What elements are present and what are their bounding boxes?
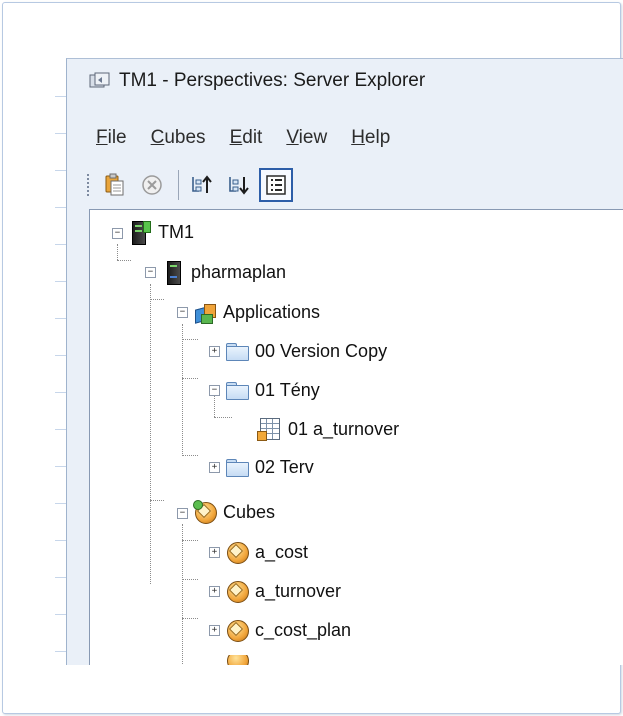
applications-icon <box>193 300 217 324</box>
tree-connector <box>182 618 198 619</box>
tree-connector <box>182 378 198 379</box>
tree-node-cube[interactable]: c_cost_plan <box>225 618 351 642</box>
properties-pane-icon <box>266 175 286 195</box>
properties-pane-button[interactable] <box>259 168 293 202</box>
cube-icon <box>225 540 249 564</box>
menu-help[interactable]: Help <box>351 127 390 149</box>
folder-icon <box>225 339 249 363</box>
stop-button[interactable] <box>135 168 169 202</box>
toolbar <box>67 164 623 206</box>
title-bar: TM1 - Perspectives: Server Explorer <box>67 59 623 103</box>
cube-icon <box>225 579 249 603</box>
tree-connector <box>182 540 198 541</box>
tree-node-folder[interactable]: 01 Tény <box>225 378 320 402</box>
sort-descending-button[interactable] <box>222 168 256 202</box>
tree-connector <box>182 579 198 580</box>
tree-connector <box>150 284 151 584</box>
tree-node-label: a_cost <box>255 541 309 562</box>
window-title: TM1 - Perspectives: Server Explorer <box>119 70 426 91</box>
tree-node-applications[interactable]: Applications <box>193 300 320 324</box>
tree-node-label: a_turnover <box>255 580 342 601</box>
server-icon <box>161 260 185 285</box>
tree-node-view[interactable]: 01 a_turnover <box>257 417 400 441</box>
menu-bar: File Cubes Edit View Help <box>67 121 623 155</box>
tree-expander[interactable]: − <box>177 307 188 318</box>
paste-button[interactable] <box>98 168 132 202</box>
menu-cubes[interactable]: Cubes <box>151 127 206 149</box>
tree-node-label: 01 Tény <box>255 379 320 400</box>
toolbar-separator <box>178 170 179 200</box>
tree-node-label: 02 Terv <box>255 456 314 477</box>
cube-icon <box>225 618 249 642</box>
tree-expander[interactable]: + <box>209 625 220 636</box>
cube-icon <box>225 655 249 665</box>
tree-node-label: Applications <box>223 301 321 322</box>
tree-node-label: TM1 <box>158 221 194 242</box>
toolbar-grip[interactable] <box>87 174 92 196</box>
tree-connector <box>117 244 118 260</box>
tree-expander[interactable]: + <box>209 462 220 473</box>
app-icon <box>89 72 111 90</box>
tree-connector <box>150 500 164 501</box>
tree-node-label: pharmaplan <box>191 261 287 282</box>
tree-connector <box>214 417 232 418</box>
server-explorer-window: TM1 - Perspectives: Server Explorer File… <box>66 58 623 665</box>
menu-view[interactable]: View <box>286 127 327 149</box>
sort-descending-icon <box>229 177 249 195</box>
server-group-icon <box>128 220 152 245</box>
tree-node-pharmaplan[interactable]: pharmaplan <box>161 260 287 285</box>
tree-node-tm1[interactable]: TM1 <box>128 220 194 245</box>
tree-node-cube[interactable]: a_turnover <box>225 579 341 603</box>
menu-file[interactable]: File <box>96 127 127 149</box>
tree-node-cubes[interactable]: Cubes <box>193 500 275 524</box>
tree-expander[interactable]: − <box>177 508 188 519</box>
tree-connector <box>182 455 198 456</box>
tree-expander[interactable]: + <box>209 346 220 357</box>
tree-node-label: c_cost_plan <box>255 619 352 640</box>
tree-node-label: 00 Version Copy <box>255 340 388 361</box>
cube-view-icon <box>257 417 282 441</box>
folder-icon <box>225 378 249 402</box>
tree-node-cube[interactable]: a_cost <box>225 540 308 564</box>
tree-connector <box>182 324 183 454</box>
cubes-group-icon <box>193 500 217 524</box>
tree-node-folder[interactable]: 02 Terv <box>225 455 314 479</box>
tree-connector <box>117 260 131 261</box>
tree-node-label: 01 a_turnover <box>288 418 400 439</box>
tree-expander[interactable]: − <box>145 267 156 278</box>
folder-icon <box>225 455 249 479</box>
stop-icon <box>142 175 162 195</box>
paste-icon <box>105 173 124 196</box>
tree-expander[interactable]: − <box>209 385 220 396</box>
sort-ascending-button[interactable] <box>185 168 219 202</box>
tree-connector <box>182 524 183 664</box>
sort-ascending-icon <box>192 175 212 193</box>
tree-node-folder[interactable]: 00 Version Copy <box>225 339 387 363</box>
tree-node-label: Cubes <box>223 501 276 522</box>
tree-node-cube-partial[interactable] <box>225 655 255 665</box>
tree-connector <box>182 339 198 340</box>
tree-expander[interactable]: − <box>112 228 123 239</box>
tree-expander[interactable]: + <box>209 586 220 597</box>
server-tree: − TM1 − pharmaplan − Applications + 00 V… <box>89 209 623 665</box>
tree-connector <box>150 299 164 300</box>
tree-expander[interactable]: + <box>209 547 220 558</box>
menu-edit[interactable]: Edit <box>230 127 263 149</box>
